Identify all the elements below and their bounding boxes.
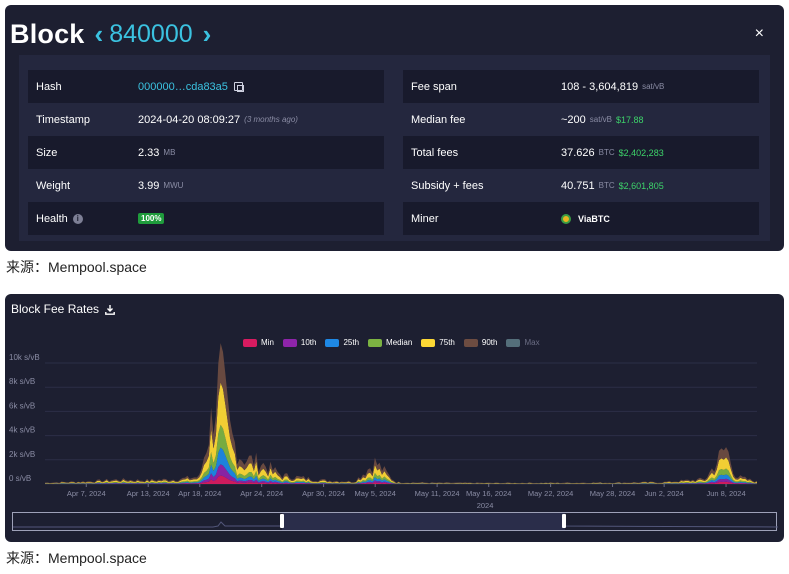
- close-icon[interactable]: ×: [755, 26, 764, 42]
- x-tick-label: Jun 8, 2024: [706, 489, 745, 498]
- total-fees-label: Total fees: [411, 146, 459, 159]
- y-tick-label: 2k s/vB: [9, 450, 35, 459]
- timestamp-relative: (3 months ago): [244, 115, 298, 124]
- median-fee-label: Median fee: [411, 113, 466, 126]
- block-panel: Block ‹ 840000 › × Hash 000000…cda83a5 T…: [5, 5, 784, 251]
- fee-rates-chart-panel: Block Fee Rates Min 10th 25th Median 75th 90t…: [5, 294, 784, 542]
- info-icon[interactable]: i: [72, 213, 83, 224]
- x-tick-label: May 5, 2024: [355, 489, 396, 498]
- block-height: 840000: [109, 19, 193, 48]
- total-fees-fiat: $2,402,283: [618, 147, 664, 158]
- y-tick-label: 6k s/vB: [9, 401, 35, 410]
- prev-block-chevron-icon[interactable]: ‹: [95, 21, 104, 47]
- subsidy-fees-row: Subsidy + fees 40.751 BTC $2,601,805: [403, 169, 759, 202]
- health-row: Health i 100%: [28, 202, 384, 235]
- y-tick-label: 4k s/vB: [9, 426, 35, 435]
- x-tick-label: May 22, 2024: [528, 489, 573, 498]
- copy-icon[interactable]: [233, 82, 244, 92]
- subsidy-fees-fiat: $2,601,805: [618, 180, 664, 191]
- series-area-median: [45, 424, 757, 484]
- median-fee-value: ~200: [561, 113, 586, 126]
- source-caption: 来源：Mempool.space: [6, 259, 147, 275]
- size-label: Size: [36, 146, 58, 159]
- series-area-90th: [45, 343, 757, 484]
- source-caption-2: 来源：Mempool.space: [6, 550, 147, 566]
- y-tick-label: 8k s/vB: [9, 377, 35, 386]
- total-fees-value: 37.626: [561, 146, 595, 159]
- x-axis-year-label: 2024: [477, 501, 494, 510]
- health-label-text: Health: [36, 212, 68, 225]
- viabtc-logo-icon: [561, 213, 571, 224]
- total-fees-unit: BTC: [598, 148, 615, 157]
- weight-value: 3.99: [138, 179, 160, 192]
- subsidy-fees-value: 40.751: [561, 179, 595, 192]
- size-row: Size 2.33 MB: [28, 136, 384, 169]
- median-fee-fiat: $17.88: [616, 114, 644, 125]
- median-fee-unit: sat/vB: [589, 115, 613, 124]
- zoom-handle-right[interactable]: [562, 514, 566, 528]
- fee-span-row: Fee span 108 - 3,604,819 sat/vB: [403, 70, 759, 103]
- weight-unit: MWU: [163, 181, 184, 190]
- x-tick-label: May 28, 2024: [590, 489, 635, 498]
- median-fee-row: Median fee ~200 sat/vB $17.88: [403, 103, 759, 136]
- block-details: Hash 000000…cda83a5 Timestamp 2024-04-20…: [19, 55, 770, 241]
- y-tick-label: 10k s/vB: [9, 353, 40, 362]
- miner-label: Miner: [411, 212, 439, 225]
- subsidy-fees-unit: BTC: [598, 181, 615, 190]
- miner-row: Miner ViaBTC: [403, 202, 759, 235]
- block-header: Block ‹ 840000 ›: [10, 17, 211, 51]
- size-unit: MB: [163, 148, 176, 157]
- x-tick-label: May 11, 2024: [415, 489, 460, 498]
- zoom-handle-left[interactable]: [280, 514, 284, 528]
- zoom-slider[interactable]: [12, 512, 778, 531]
- hash-row: Hash 000000…cda83a5: [28, 70, 384, 103]
- series-area-25th: [45, 447, 757, 484]
- hash-label: Hash: [36, 80, 62, 93]
- x-tick-label: Apr 13, 2024: [127, 489, 170, 498]
- fee-span-value: 108 - 3,604,819: [561, 80, 639, 93]
- fee-span-label: Fee span: [411, 80, 457, 93]
- timestamp-row: Timestamp 2024-04-20 08:09:27 (3 months …: [28, 103, 384, 136]
- weight-label: Weight: [36, 179, 71, 192]
- subsidy-fees-label: Subsidy + fees: [411, 179, 484, 192]
- details-left-column: Hash 000000…cda83a5 Timestamp 2024-04-20…: [28, 70, 384, 235]
- y-tick-label: 0 s/vB: [9, 474, 31, 483]
- weight-row: Weight 3.99 MWU: [28, 169, 384, 202]
- x-tick-label: Apr 30, 2024: [302, 489, 345, 498]
- series-area-75th: [45, 382, 757, 484]
- x-tick-label: Jun 2, 2024: [645, 489, 684, 498]
- timestamp-label: Timestamp: [36, 113, 90, 126]
- x-tick-label: May 16, 2024: [466, 489, 511, 498]
- x-tick-label: Apr 7, 2024: [67, 489, 106, 498]
- x-tick-label: Apr 24, 2024: [240, 489, 283, 498]
- x-tick-label: Apr 18, 2024: [178, 489, 221, 498]
- timestamp-value: 2024-04-20 08:09:27: [138, 113, 241, 126]
- next-block-chevron-icon[interactable]: ›: [203, 21, 212, 47]
- health-label: Health i: [36, 213, 138, 225]
- fee-span-unit: sat/vB: [642, 82, 665, 91]
- total-fees-row: Total fees 37.626 BTC $2,402,283: [403, 136, 759, 169]
- block-title: Block: [10, 18, 85, 49]
- zoom-selected-range[interactable]: [282, 513, 565, 530]
- hash-link[interactable]: 000000…cda83a5: [138, 81, 228, 93]
- health-badge: 100%: [138, 213, 165, 224]
- miner-link[interactable]: ViaBTC: [578, 214, 610, 224]
- size-value: 2.33: [138, 146, 160, 159]
- details-right-column: Fee span 108 - 3,604,819 sat/vB Median f…: [403, 70, 759, 235]
- fee-rates-chart: 0 s/vB 2k s/vB 4k s/vB 6k s/vB 8k s/vB 10k s/…: [9, 343, 757, 510]
